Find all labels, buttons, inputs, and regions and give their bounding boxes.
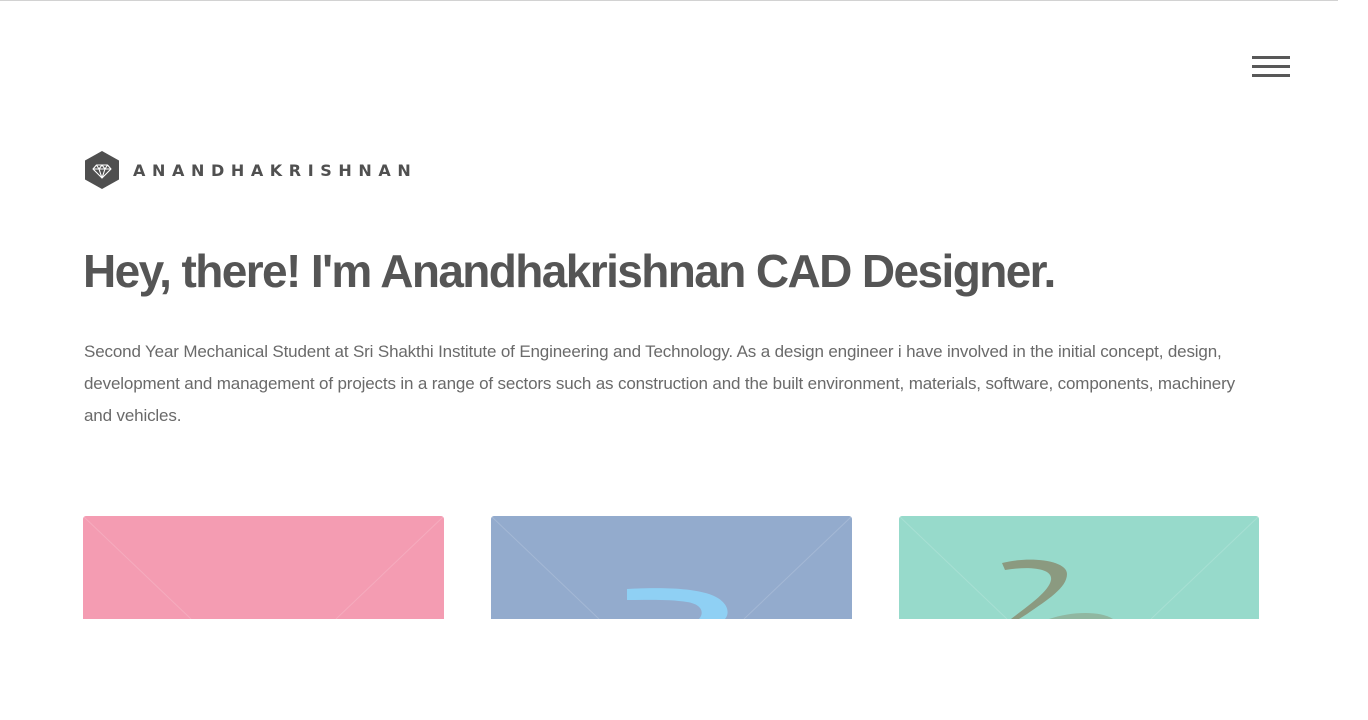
tile-thumbnail xyxy=(899,516,1259,619)
intro-paragraph: Second Year Mechanical Student at Sri Sh… xyxy=(84,342,1235,425)
portfolio-grid xyxy=(83,516,1259,619)
menu-bar xyxy=(1252,56,1290,59)
brand-logo-link[interactable]: ANANDHAKRISHNAN xyxy=(84,151,417,189)
tile-thumbnail xyxy=(83,516,444,619)
page-title: Hey, there! I'm Anandhakrishnan CAD Desi… xyxy=(83,245,1056,297)
hamburger-menu-icon[interactable] xyxy=(1252,56,1290,80)
scrollbar-gutter xyxy=(1338,0,1368,720)
brand-name: ANANDHAKRISHNAN xyxy=(133,160,418,180)
menu-bar xyxy=(1252,65,1290,68)
portfolio-tile[interactable] xyxy=(491,516,852,619)
portfolio-tile[interactable] xyxy=(83,516,444,619)
menu-bar xyxy=(1252,74,1290,77)
portfolio-tile[interactable] xyxy=(899,516,1259,619)
diamond-hexagon-icon xyxy=(85,151,119,189)
tile-thumbnail xyxy=(491,516,852,619)
top-divider xyxy=(0,0,1338,1)
